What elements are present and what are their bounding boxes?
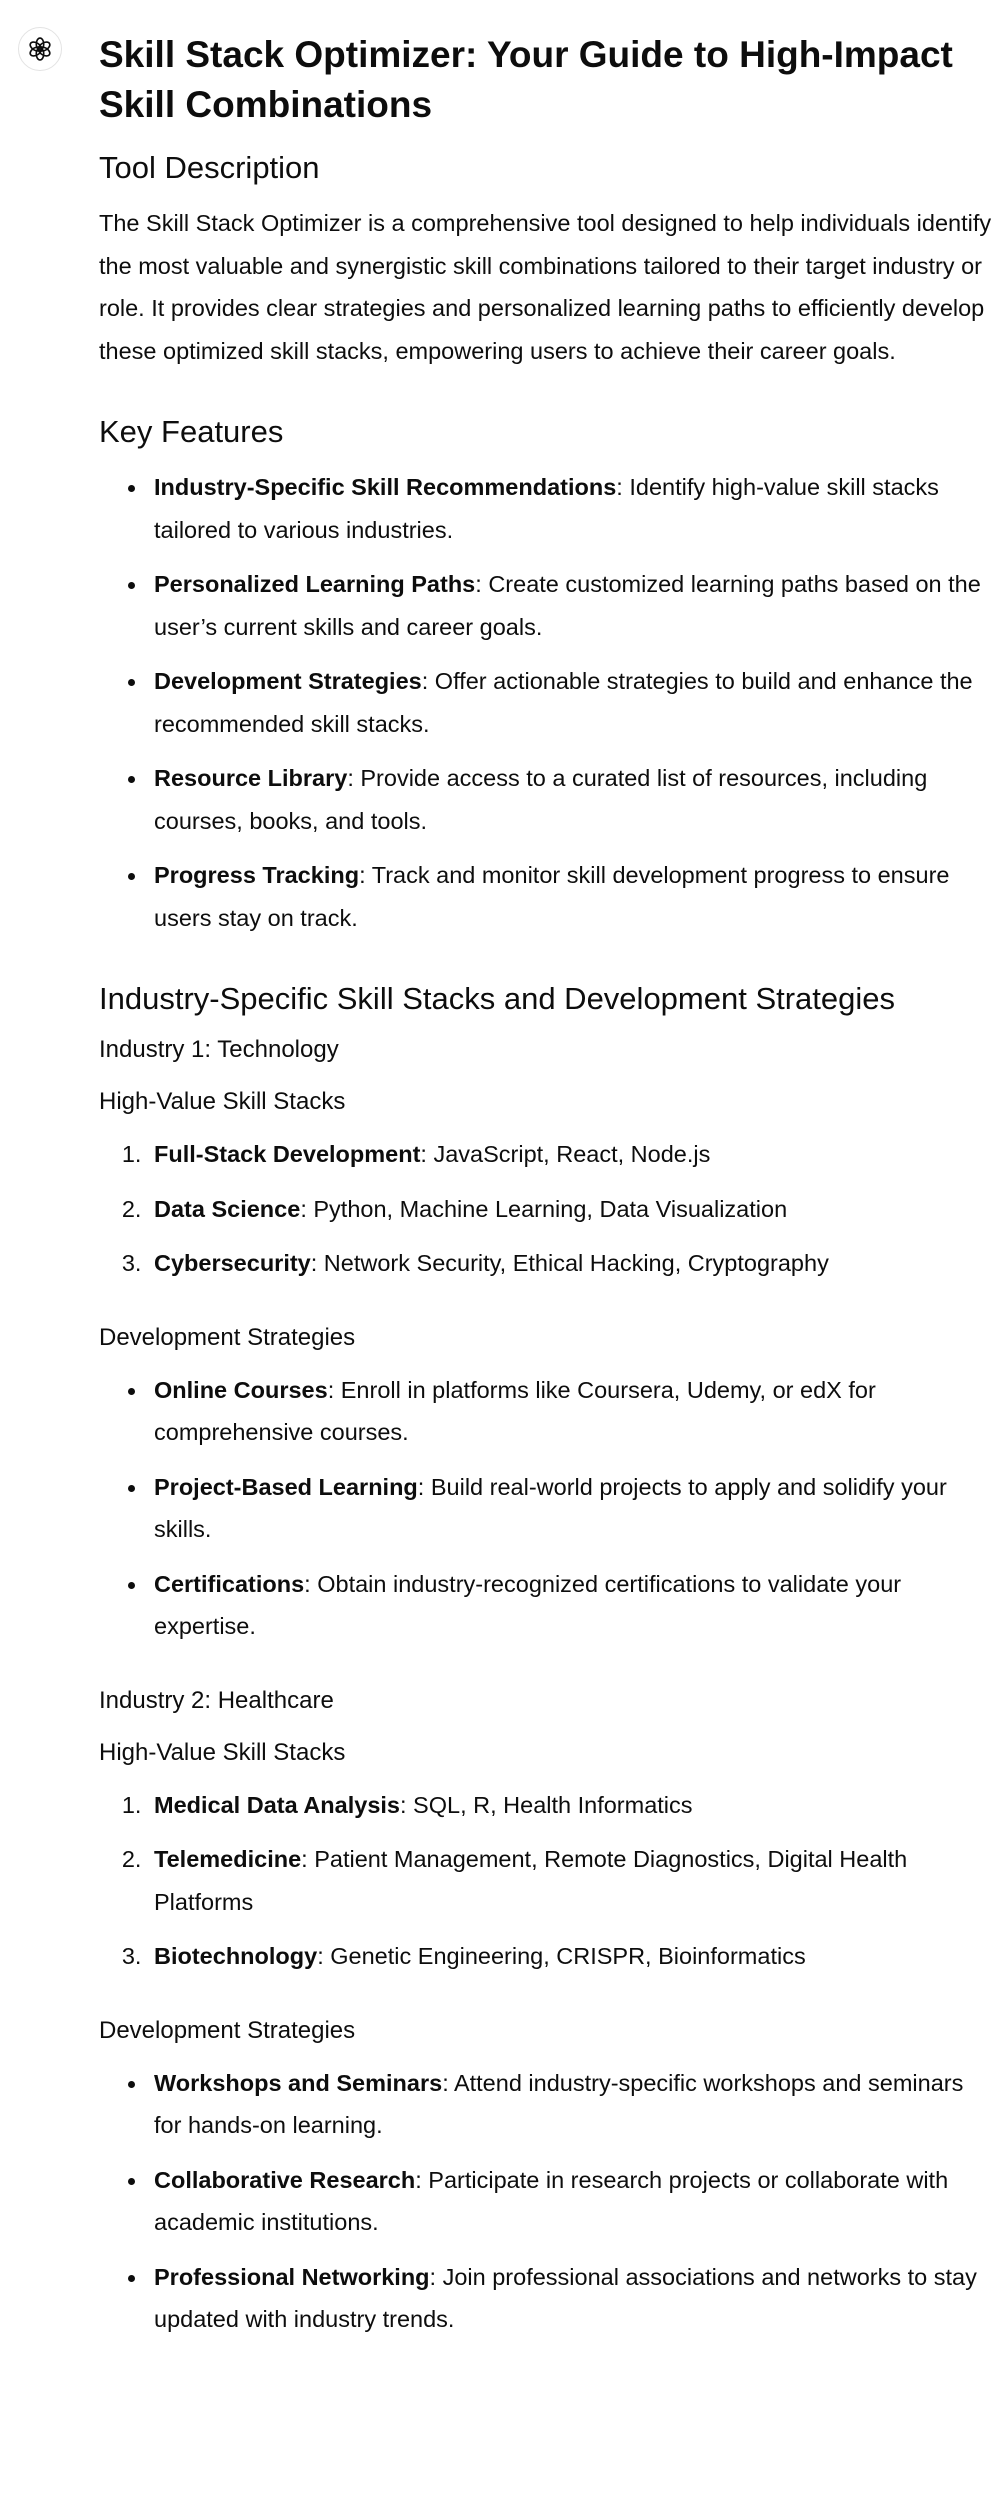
- list-item: Full-Stack Development: JavaScript, Reac…: [148, 1133, 994, 1176]
- stack-term: Biotechnology: [154, 1943, 318, 1969]
- list-item: Progress Tracking: Track and monitor ski…: [148, 854, 994, 939]
- strategy-term: Professional Networking: [154, 2263, 430, 2290]
- stack-desc: : Genetic Engineering, CRISPR, Bioinform…: [317, 1943, 806, 1969]
- list-item: Certifications: Obtain industry-recogniz…: [148, 1563, 994, 1648]
- list-item: Data Science: Python, Machine Learning, …: [148, 1188, 994, 1231]
- feature-term: Personalized Learning Paths: [154, 571, 476, 597]
- industry-2-stacks-heading: High-Value Skill Stacks: [99, 1738, 346, 1766]
- assistant-avatar: [18, 27, 62, 71]
- tool-description-text: The Skill Stack Optimizer is a comprehen…: [99, 210, 992, 364]
- stack-term: Data Science: [154, 1195, 301, 1222]
- tool-description-heading: Tool Description: [99, 150, 320, 185]
- feature-term: Industry-Specific Skill Recommendations: [154, 474, 617, 500]
- industry-1-strategies-heading: Development Strategies: [99, 1323, 356, 1351]
- stack-desc: : SQL, R, Health Informatics: [399, 1791, 693, 1818]
- list-item: Industry-Specific Skill Recommendations:…: [148, 466, 994, 551]
- industry-2-heading: Industry 2: Healthcare: [99, 1686, 334, 1714]
- strategy-term: Project-Based Learning: [154, 1473, 418, 1500]
- industry-2-stacks-list: Medical Data Analysis: SQL, R, Health In…: [99, 1784, 994, 1978]
- strategy-term: Collaborative Research: [154, 2166, 416, 2193]
- industry-2-strategies-heading: Development Strategies: [99, 2016, 356, 2044]
- list-item: Online Courses: Enroll in platforms like…: [148, 1369, 994, 1454]
- key-features-list: Industry-Specific Skill Recommendations:…: [99, 466, 994, 939]
- list-item: Medical Data Analysis: SQL, R, Health In…: [148, 1784, 994, 1827]
- industry-1-strategies-list: Online Courses: Enroll in platforms like…: [99, 1369, 994, 1648]
- list-item: Project-Based Learning: Build real-world…: [148, 1466, 994, 1551]
- industry-1-stacks-list: Full-Stack Development: JavaScript, Reac…: [99, 1133, 994, 1285]
- stack-desc: : JavaScript, React, Node.js: [420, 1141, 711, 1167]
- list-item: Workshops and Seminars: Attend industry-…: [148, 2062, 994, 2147]
- openai-logo-icon: [29, 37, 51, 61]
- list-item: Resource Library: Provide access to a cu…: [148, 757, 994, 842]
- feature-term: Development Strategies: [154, 668, 422, 694]
- list-item: Development Strategies: Offer actionable…: [148, 660, 994, 745]
- stack-term: Cybersecurity: [154, 1250, 311, 1276]
- strategy-term: Online Courses: [154, 1376, 328, 1403]
- list-item: Collaborative Research: Participate in r…: [148, 2159, 994, 2244]
- stack-term: Full-Stack Development: [154, 1141, 421, 1167]
- list-item: Biotechnology: Genetic Engineering, CRIS…: [148, 1935, 994, 1978]
- stack-term: Medical Data Analysis: [154, 1791, 400, 1818]
- industries-heading: Industry-Specific Skill Stacks and Devel…: [99, 981, 896, 1016]
- industry-1-stacks-heading: High-Value Skill Stacks: [99, 1088, 346, 1115]
- industry-1-heading: Industry 1: Technology: [99, 1036, 339, 1063]
- stack-desc: : Network Security, Ethical Hacking, Cry…: [310, 1250, 829, 1276]
- feature-term: Resource Library: [154, 765, 348, 791]
- list-item: Professional Networking: Join profession…: [148, 2256, 994, 2341]
- list-item: Telemedicine: Patient Management, Remote…: [148, 1838, 994, 1923]
- feature-term: Progress Tracking: [154, 862, 360, 888]
- strategy-term: Workshops and Seminars: [154, 2069, 443, 2096]
- industry-2-strategies-list: Workshops and Seminars: Attend industry-…: [99, 2062, 994, 2341]
- key-features-heading: Key Features: [99, 414, 284, 449]
- strategy-term: Certifications: [154, 1570, 305, 1597]
- stack-desc: : Python, Machine Learning, Data Visuali…: [300, 1195, 788, 1222]
- assistant-message: Skill Stack Optimizer: Your Guide to Hig…: [99, 20, 994, 2353]
- list-item: Personalized Learning Paths: Create cust…: [148, 563, 994, 648]
- page-title: Skill Stack Optimizer: Your Guide to Hig…: [99, 34, 953, 125]
- stack-term: Telemedicine: [154, 1846, 302, 1872]
- list-item: Cybersecurity: Network Security, Ethical…: [148, 1242, 994, 1285]
